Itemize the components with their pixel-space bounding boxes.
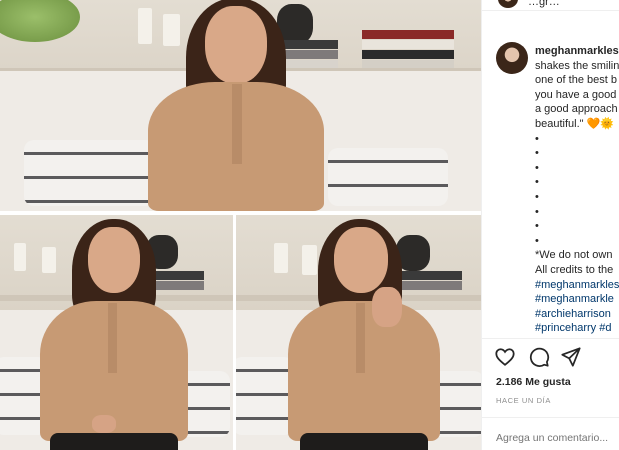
share-icon[interactable] [560, 346, 582, 368]
orange-heart-emoji: 🧡 [586, 117, 601, 130]
caption-area[interactable]: meghanmarkles shakes the smilin one of t… [482, 38, 619, 338]
avatar[interactable] [496, 42, 528, 74]
avatar[interactable] [498, 0, 518, 8]
caption-line: beautiful." [535, 117, 584, 130]
woman-on-video [0, 0, 481, 211]
caption-text: meghanmarkles shakes the smilin one of t… [535, 44, 619, 336]
bullet: • [535, 176, 539, 189]
hashtag-link[interactable]: #archieharrison [535, 308, 611, 320]
hashtag-link[interactable]: #meghanmarkle [535, 293, 614, 305]
woman-on-video [236, 215, 481, 450]
sun-emoji: 🌞 [600, 117, 615, 130]
caption-line: a good approach [535, 103, 618, 116]
heart-icon[interactable] [494, 346, 516, 368]
caption-line: one of the best b [535, 74, 617, 87]
post-sidebar: …gr… meghanmarkles shakes the smilin one… [481, 0, 619, 450]
divider [482, 10, 619, 11]
caption-username[interactable]: meghanmarkles [535, 45, 619, 57]
video-frame-bottom-right [236, 215, 481, 450]
likes-count[interactable]: 2.186 Me gusta [496, 376, 571, 388]
woman-on-video [0, 215, 233, 450]
divider [482, 417, 619, 418]
hashtag-link[interactable]: #meghanmarkles [535, 279, 619, 291]
bullet: • [535, 132, 539, 145]
post-header: …gr… [482, 0, 619, 10]
bullet: • [535, 205, 539, 218]
caption-line: you have a good [535, 88, 617, 101]
bullet: • [535, 147, 539, 160]
hashtag-link[interactable]: #princeharry #d [535, 322, 611, 334]
post-timestamp: HACE UN DÍA [496, 396, 551, 405]
bullet: • [535, 234, 539, 247]
caption-line: shakes the smilin [535, 59, 619, 72]
video-frame-top [0, 0, 481, 211]
caption-disclaimer: All credits to the [535, 263, 614, 276]
post-media[interactable] [0, 0, 481, 450]
bullet: • [535, 161, 539, 174]
video-frame-bottom-left [0, 215, 233, 450]
header-username[interactable]: …gr… [528, 0, 560, 8]
divider [482, 338, 619, 339]
comment-input[interactable] [496, 432, 619, 444]
bullet: • [535, 190, 539, 203]
caption-disclaimer: *We do not own [535, 249, 613, 262]
bullet: • [535, 220, 539, 233]
comment-icon[interactable] [528, 346, 550, 368]
